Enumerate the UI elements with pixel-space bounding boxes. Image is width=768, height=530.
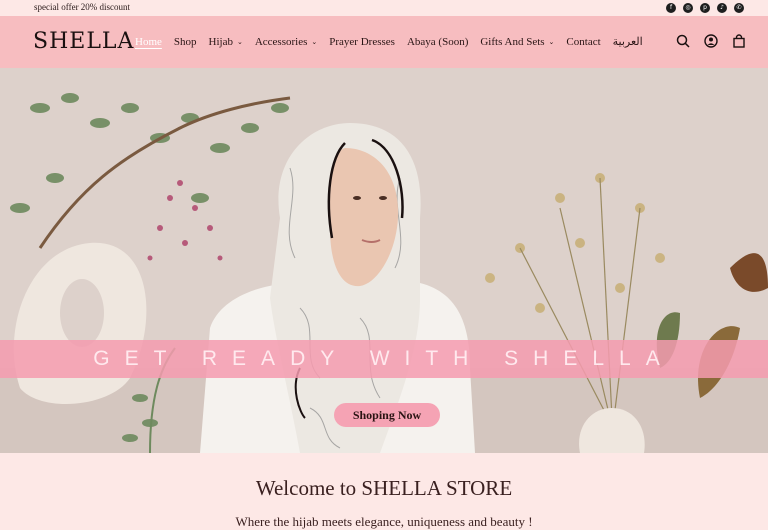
nav-label: Shop bbox=[173, 35, 197, 48]
site-header: SHELLA Home Shop Hijab ⌄ Accessories ⌄ Pra… bbox=[0, 16, 768, 68]
nav-label: Prayer Dresses bbox=[329, 35, 395, 48]
hero-image bbox=[0, 68, 768, 453]
nav-label: Home bbox=[135, 35, 162, 48]
facebook-icon[interactable]: f bbox=[666, 3, 676, 13]
nav-label: Abaya (Soon) bbox=[406, 35, 469, 48]
nav-label: العربية bbox=[612, 36, 643, 48]
nav-item-abaya[interactable]: Abaya (Soon) bbox=[407, 35, 468, 48]
pinterest-icon[interactable]: p bbox=[700, 3, 710, 13]
chevron-down-icon: ⌄ bbox=[311, 37, 318, 46]
instagram-icon[interactable]: ◎ bbox=[683, 3, 693, 13]
shop-now-button[interactable]: Shoping Now bbox=[334, 403, 440, 427]
hero-tagline: GET READY WITH SHELLA bbox=[93, 347, 675, 370]
nav-item-accessories[interactable]: Accessories ⌄ bbox=[255, 35, 317, 48]
welcome-subtitle: Where the hijab meets elegance, uniquene… bbox=[235, 514, 533, 529]
cart-icon[interactable] bbox=[732, 34, 746, 48]
announcement-bar: special offer 20% discount f ◎ p ♪ ✆ bbox=[0, 0, 768, 16]
hero-banner: GET READY WITH SHELLA Shoping Now bbox=[0, 68, 768, 453]
nav-item-prayer-dresses[interactable]: Prayer Dresses bbox=[329, 35, 395, 48]
nav-label: Contact bbox=[566, 35, 601, 48]
whatsapp-icon[interactable]: ✆ bbox=[734, 3, 744, 13]
chevron-down-icon: ⌄ bbox=[236, 37, 243, 46]
nav-item-home[interactable]: Home bbox=[135, 35, 162, 48]
nav-item-shop[interactable]: Shop bbox=[174, 35, 197, 48]
nav-item-contact[interactable]: Contact bbox=[566, 35, 600, 48]
nav-item-gifts-and-sets[interactable]: Gifts And Sets ⌄ bbox=[480, 35, 554, 48]
nav-label: Gifts And Sets bbox=[480, 35, 545, 48]
welcome-title: Welcome to SHELLA STORE bbox=[255, 476, 513, 500]
social-links: f ◎ p ♪ ✆ bbox=[666, 3, 744, 13]
tiktok-icon[interactable]: ♪ bbox=[717, 3, 727, 13]
nav-label: Accessories bbox=[254, 35, 308, 48]
search-icon[interactable] bbox=[676, 34, 690, 48]
tagline-band: GET READY WITH SHELLA bbox=[0, 340, 768, 378]
nav-label: Hijab bbox=[208, 35, 233, 48]
offer-text: special offer 20% discount bbox=[34, 2, 131, 12]
chevron-down-icon: ⌄ bbox=[548, 37, 555, 46]
logo[interactable]: SHELLA bbox=[33, 29, 134, 54]
nav-item-hijab[interactable]: Hijab ⌄ bbox=[209, 35, 243, 48]
main-nav: Home Shop Hijab ⌄ Accessories ⌄ Prayer Dre… bbox=[135, 35, 655, 49]
header-icons bbox=[676, 34, 746, 48]
account-icon[interactable] bbox=[704, 34, 718, 48]
nav-item-arabic[interactable]: العربية bbox=[613, 35, 643, 48]
